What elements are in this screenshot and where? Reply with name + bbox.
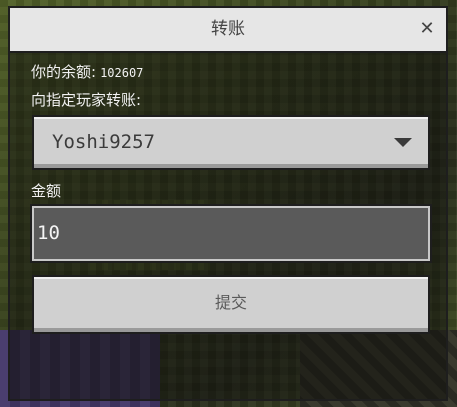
close-icon[interactable]: ✕ xyxy=(414,16,440,42)
player-dropdown[interactable]: Yoshi9257 xyxy=(32,115,430,170)
dialog-body: 你的余额: 102607 向指定玩家转账: Yoshi9257 金额 10 提交 xyxy=(10,53,446,399)
dialog-title: 转账 xyxy=(211,19,245,39)
recipient-label: 向指定玩家转账: xyxy=(31,91,142,109)
balance-value: 102607 xyxy=(100,66,144,80)
amount-value: 10 xyxy=(37,222,60,244)
chevron-down-icon xyxy=(394,138,412,147)
amount-label: 金额 xyxy=(31,182,62,200)
balance-caption: 你的余额: xyxy=(31,63,97,81)
selected-player: Yoshi9257 xyxy=(52,131,155,153)
transfer-dialog: 转账 ✕ 你的余额: 102607 向指定玩家转账: Yoshi9257 金额 1… xyxy=(0,0,457,407)
balance-label: 你的余额: 102607 xyxy=(31,61,143,82)
amount-input[interactable]: 10 xyxy=(30,204,432,263)
submit-button[interactable]: 提交 xyxy=(32,275,430,334)
dialog-titlebar: 转账 ✕ xyxy=(10,8,446,53)
